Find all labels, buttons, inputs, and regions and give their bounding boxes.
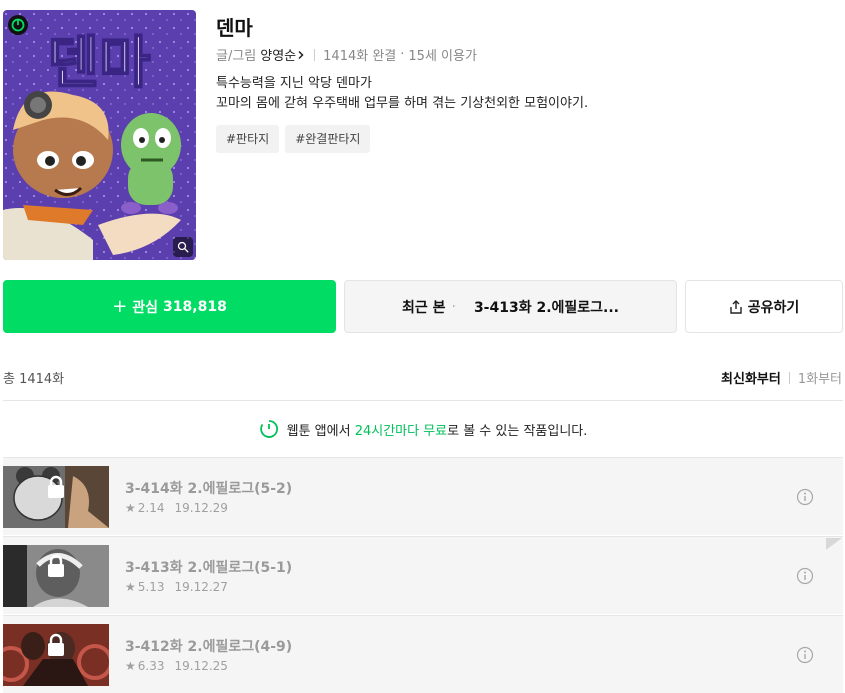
cover-image[interactable]: 덴마 [3, 10, 196, 260]
tag-fantasy[interactable]: #판타지 [216, 125, 280, 153]
info-icon[interactable] [796, 567, 814, 585]
lock-icon [48, 633, 64, 656]
favorite-label: 관심 [132, 299, 159, 316]
notice-text: 로 볼 수 있는 작품입니다. [447, 423, 588, 439]
cover-logo: 덴마 [47, 31, 150, 96]
lock-icon [48, 475, 64, 498]
episode-date: 19.12.29 [174, 501, 228, 515]
divider [788, 371, 790, 384]
episode-rating: 6.33 [137, 659, 165, 673]
chevron-right-icon [298, 50, 304, 59]
tag-list: #판타지 #완결판타지 [216, 125, 371, 153]
age-rating: 15세 이용가 [408, 49, 477, 64]
share-label: 공유하기 [747, 299, 800, 316]
episode-row[interactable]: 3-412화 2.에필로그(4-9) ★ 6.33 19.12.25 [3, 615, 843, 693]
clock-timer-icon [8, 15, 28, 35]
sort-latest-button[interactable]: 최신화부터 [721, 368, 781, 387]
tag-completed-fantasy[interactable]: #완결판타지 [285, 125, 371, 153]
page-corner-marker [826, 538, 842, 550]
info-icon[interactable] [796, 488, 814, 506]
author-link[interactable]: 양영순 [260, 45, 306, 64]
episode-title: 3-412화 2.에필로그(4-9) [125, 639, 293, 655]
episode-row[interactable]: 3-414화 2.에필로그(5-2) ★ 2.14 19.12.29 [3, 457, 843, 535]
author-prefix: 글/그림 [216, 49, 257, 64]
dot-separator: · [400, 47, 405, 62]
magnifier-icon[interactable] [173, 237, 193, 257]
sort-first-button[interactable]: 1화부터 [798, 368, 842, 387]
episode-rating: 2.14 [137, 501, 165, 515]
recent-episode-title: 3-413화 2.에필로그... [473, 299, 620, 316]
episode-title: 3-413화 2.에필로그(5-1) [125, 560, 293, 576]
share-button[interactable]: 공유하기 [685, 280, 843, 333]
episode-date: 19.12.27 [174, 580, 228, 594]
star-icon: ★ [125, 659, 136, 673]
share-icon [730, 299, 742, 314]
episode-row[interactable]: 3-413화 2.에필로그(5-1) ★ 5.13 19.12.27 [3, 536, 843, 614]
episode-rating: 5.13 [137, 580, 165, 594]
info-icon[interactable] [796, 646, 814, 664]
favorite-count: 318,818 [163, 298, 227, 315]
clock-timer-icon [259, 420, 278, 438]
star-icon: ★ [125, 501, 136, 515]
plus-icon: + [112, 295, 128, 317]
recent-label: 최근 본 [401, 299, 446, 316]
episode-total: 총 1414화 [3, 372, 65, 387]
episode-meta: ★ 2.14 19.12.29 [125, 501, 228, 515]
episode-meta: ★ 6.33 19.12.25 [125, 659, 228, 673]
webtoon-title: 덴마 [216, 16, 253, 40]
divider [314, 48, 316, 61]
description-line: 꼬마의 몸에 갇혀 우주택배 업무를 하며 겪는 기상천외한 모험이야기. [216, 96, 589, 111]
description-line: 특수능력을 지닌 악당 덴마가 [216, 76, 372, 91]
recent-episode-button[interactable]: 최근 본 · 3-413화 2.에필로그... [344, 280, 677, 333]
free-notice: 웹툰 앱에서 24시간마다 무료 로 볼 수 있는 작품입니다. [3, 401, 843, 457]
notice-highlight: 24시간마다 무료 [354, 423, 448, 439]
notice-text: 웹툰 앱에서 [286, 423, 355, 439]
episode-title: 3-414화 2.에필로그(5-2) [125, 481, 293, 497]
sort-options: 최신화부터 1화부터 [721, 368, 842, 387]
favorite-button[interactable]: + 관심 318,818 [3, 280, 336, 333]
lock-icon [48, 554, 64, 577]
episode-date: 19.12.25 [174, 659, 228, 673]
star-icon: ★ [125, 580, 136, 594]
webtoon-meta: 글/그림 양영순 1414화 완결 · 15세 이용가 [216, 45, 477, 64]
webtoon-description: 특수능력을 지닌 악당 덴마가 꼬마의 몸에 갇혀 우주택배 업무를 하며 겪는… [216, 74, 588, 114]
author-name: 양영순 [260, 49, 297, 64]
episode-meta: ★ 5.13 19.12.27 [125, 580, 228, 594]
dot-separator: · [451, 298, 456, 315]
completion-status: 1414화 완결 [323, 49, 397, 64]
